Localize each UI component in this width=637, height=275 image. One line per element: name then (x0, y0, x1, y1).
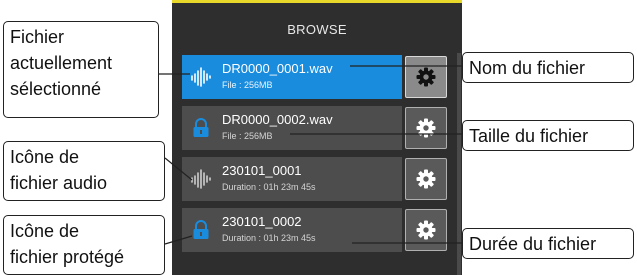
file-size: File : 256MB (222, 131, 273, 141)
callout-line: sélectionné (10, 79, 102, 99)
file-3-settings-button[interactable] (405, 158, 447, 200)
file-duration: Duration : 01h 23m 45s (222, 182, 316, 192)
gear-icon (416, 220, 436, 240)
callout-line: Icône de (10, 221, 80, 241)
lock-icon (193, 118, 209, 137)
file-name: 230101_0001 (222, 163, 302, 178)
callout-file-name: Nom du fichier (462, 52, 634, 83)
gear-icon (416, 67, 436, 87)
gear-icon (416, 118, 436, 138)
callout-line: actuellement (10, 53, 113, 73)
callout-line: Durée du fichier (469, 234, 597, 254)
file-name: 230101_0002 (222, 214, 302, 229)
file-row-1[interactable]: DR0000_0001.wav File : 256MB (182, 55, 402, 99)
gear-icon (416, 169, 436, 189)
callout-line: fichier audio (10, 173, 108, 193)
file-name: DR0000_0001.wav (222, 61, 333, 76)
callout-line: Fichier (10, 27, 65, 47)
scrollbar[interactable] (457, 53, 461, 275)
callout-protected-icon: Icône de fichier protégé (3, 215, 165, 275)
file-1-settings-button[interactable] (405, 56, 447, 98)
callout-file-size: Taille du fichier (462, 120, 634, 151)
browse-screen: BROWSE DR0000_0001.wav File : 256MB DR00… (172, 0, 462, 275)
callout-selected-file: Fichier actuellement sélectionné (3, 21, 159, 118)
file-size: File : 256MB (222, 80, 273, 90)
audio-waveform-icon (191, 67, 211, 87)
callout-line: Nom du fichier (469, 58, 586, 78)
file-4-settings-button[interactable] (405, 209, 447, 251)
callout-line: Taille du fichier (469, 126, 589, 146)
callout-line: Icône de (10, 147, 80, 167)
file-row-3[interactable]: 230101_0001 Duration : 01h 23m 45s (182, 157, 402, 201)
file-row-2[interactable]: DR0000_0002.wav File : 256MB (182, 106, 402, 150)
callout-file-duration: Durée du fichier (462, 228, 634, 259)
file-row-4[interactable]: 230101_0002 Duration : 01h 23m 45s (182, 208, 402, 252)
callout-line: fichier protégé (10, 247, 125, 267)
file-name: DR0000_0002.wav (222, 112, 333, 127)
screen-title: BROWSE (287, 22, 347, 37)
lock-icon (193, 220, 209, 239)
audio-waveform-icon (191, 169, 211, 189)
callout-audio-icon: Icône de fichier audio (3, 141, 165, 201)
file-2-settings-button[interactable] (405, 107, 447, 149)
file-duration: Duration : 01h 23m 45s (222, 233, 316, 243)
